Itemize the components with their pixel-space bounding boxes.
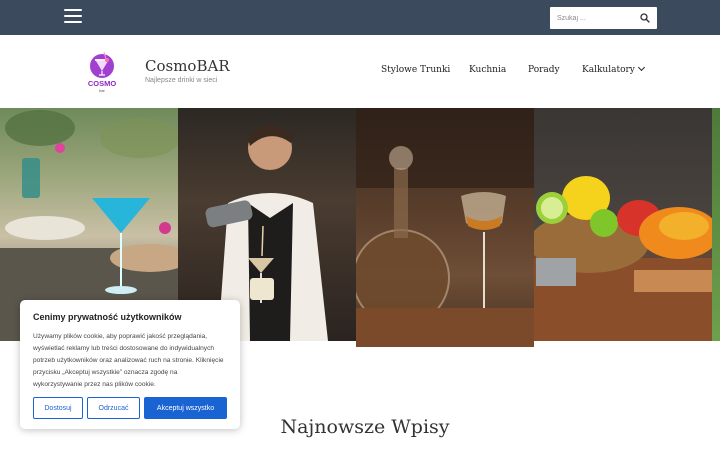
cookie-title: Cenimy prywatność użytkowników (33, 312, 182, 322)
logo-subtext: bar (99, 88, 105, 93)
reject-button[interactable]: Odrzucać (87, 397, 140, 419)
hamburger-menu-icon[interactable] (64, 9, 82, 23)
cookie-consent-banner: Cenimy prywatność użytkowników Używamy p… (20, 300, 240, 429)
chevron-down-icon (637, 63, 645, 72)
search-box[interactable] (550, 7, 657, 29)
logo-text: COSMO (88, 79, 117, 88)
nav-item-porady[interactable]: Porady (528, 65, 560, 75)
customize-button[interactable]: Dostosuj (33, 397, 83, 419)
cosmo-logo-icon[interactable]: COSMO bar (86, 49, 118, 93)
search-icon[interactable] (640, 13, 650, 23)
nav-item-kalkulatory-label: Kalkulatory (582, 65, 635, 75)
green-photo-edge (712, 108, 720, 341)
nav-item-stylowe-trunki[interactable]: Stylowe Trunki (381, 65, 450, 75)
site-header: COSMO bar CosmoBAR Najlepsze drinki w si… (0, 35, 720, 108)
nav-item-kalkulatory[interactable]: Kalkulatory (582, 63, 645, 75)
nav-item-kuchnia[interactable]: Kuchnia (469, 65, 506, 75)
whisky-glass-decanter-photo[interactable] (356, 108, 534, 347)
site-title[interactable]: CosmoBAR (145, 57, 230, 75)
accept-all-button[interactable]: Akceptuj wszystko (144, 397, 227, 419)
site-tagline: Najlepsze drinki w sieci (145, 77, 218, 84)
citrus-fruits-photo[interactable] (534, 108, 712, 341)
search-input[interactable] (550, 7, 636, 29)
top-bar (0, 0, 720, 35)
cookie-text: Używamy plików cookie, aby poprawić jako… (33, 333, 224, 388)
